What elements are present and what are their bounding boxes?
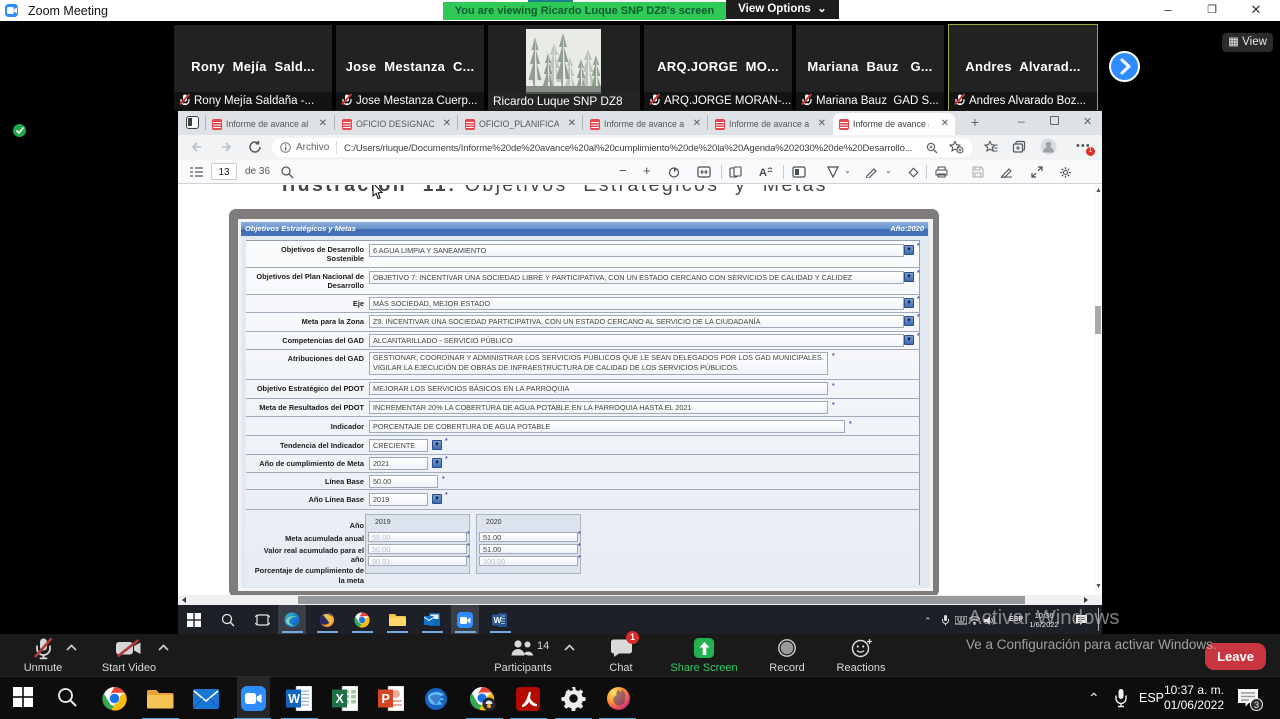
svg-text:W: W — [494, 615, 503, 625]
svg-text:P: P — [382, 692, 390, 706]
svg-text:X: X — [336, 692, 345, 706]
svg-text:A: A — [759, 167, 767, 178]
svg-text:W: W — [288, 692, 300, 706]
